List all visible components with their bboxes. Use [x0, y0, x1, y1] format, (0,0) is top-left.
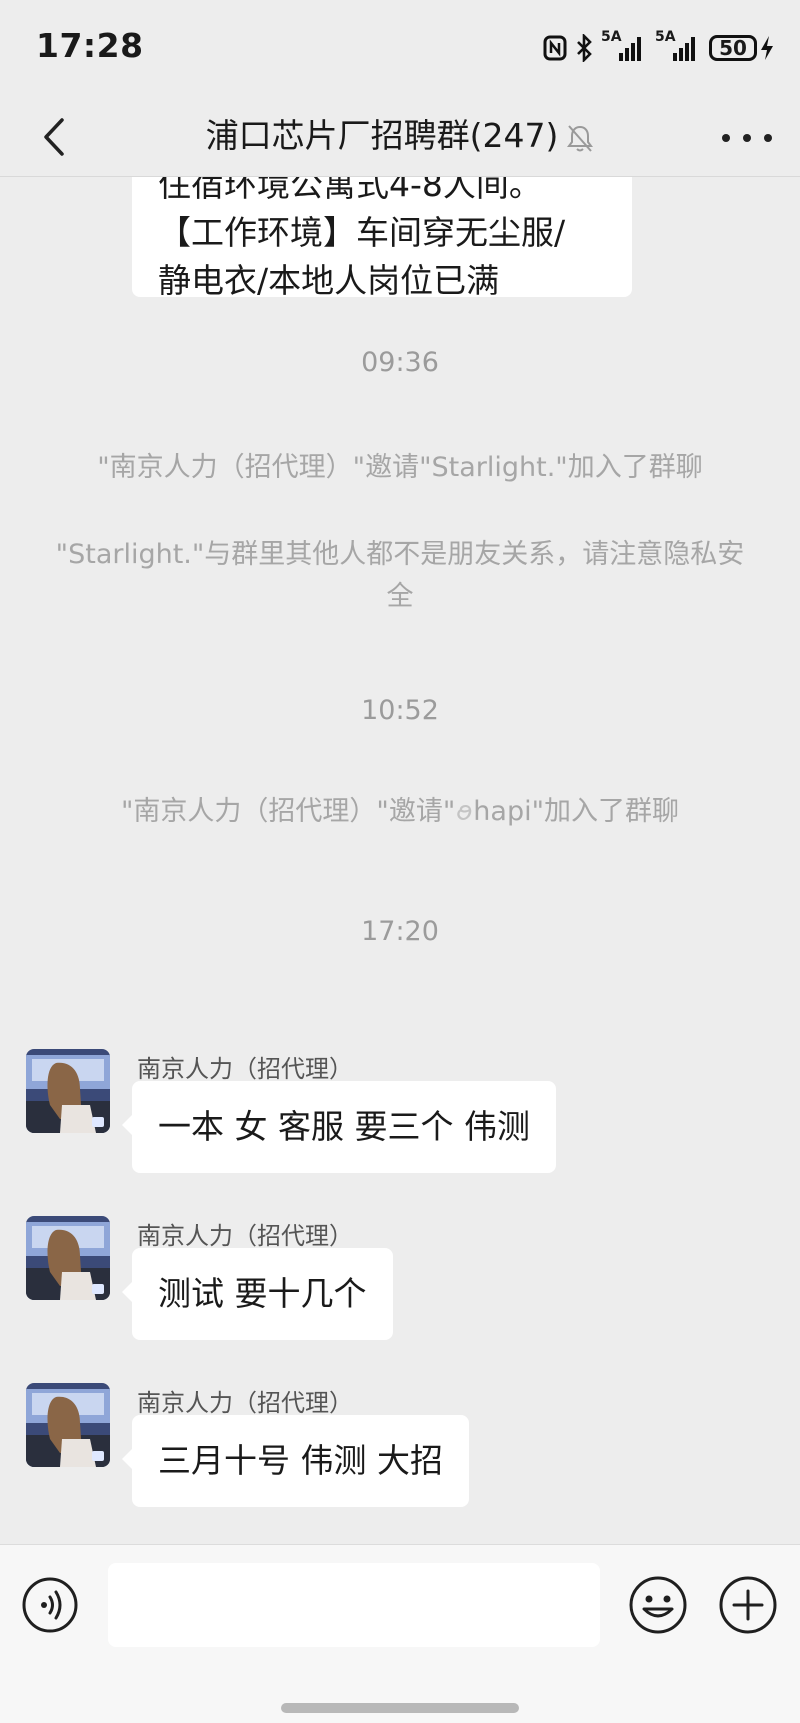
chat-header: 浦口芯片厂招聘群(247) [0, 96, 800, 177]
bluetooth-icon [577, 34, 592, 62]
message-input[interactable] [108, 1563, 600, 1647]
input-bar [0, 1544, 800, 1723]
username-glyph: ꪮ [455, 796, 474, 827]
message-bubble[interactable]: 三月十号 伟测 大招 [122, 1415, 469, 1507]
timestamp: 10:52 [361, 695, 439, 726]
message-line: 住宿环境公寓式4-8人间。 [158, 177, 542, 204]
more-dots-icon[interactable] [722, 118, 772, 158]
home-indicator[interactable] [281, 1703, 519, 1713]
message-line: 【工作环境】车间穿无尘服/ [158, 213, 566, 252]
chat-title-wrap: 浦口芯片厂招聘群(247) [0, 108, 800, 164]
chat-area[interactable]: 住宿环境公寓式4-8人间。 【工作环境】车间穿无尘服/ 静电衣/本地人岗位已满 … [0, 177, 800, 1544]
message-bubble-partial[interactable]: 住宿环境公寓式4-8人间。 【工作环境】车间穿无尘服/ 静电衣/本地人岗位已满 [132, 177, 632, 297]
message-row: 南京人力（招代理） 一本 女 客服 要三个 伟测 [0, 1049, 800, 1199]
signal-2: 5A [655, 29, 701, 63]
status-time: 17:28 [36, 26, 144, 65]
status-icons: 5A 5A 50 [543, 29, 774, 66]
signal-bars-icon [619, 37, 641, 61]
battery-level: 50 [709, 35, 757, 61]
signal-bars-icon [673, 37, 695, 61]
system-message-invite: "南京人力（招代理）"邀请"ꪮhapi"加入了群聊 [121, 796, 679, 827]
avatar[interactable] [26, 1049, 110, 1133]
charging-bolt-icon [761, 36, 773, 60]
chat-title: 浦口芯片厂招聘群(247) [205, 116, 559, 155]
bell-muted-icon [567, 124, 594, 152]
voice-icon[interactable] [22, 1577, 78, 1633]
timestamp: 09:36 [361, 347, 439, 378]
message-bubble[interactable]: 测试 要十几个 [122, 1248, 393, 1340]
system-message-privacy: "Starlight."与群里其他人都不是朋友关系，请注意隐私安全 [55, 539, 745, 612]
battery-indicator: 50 [709, 35, 774, 61]
sender-name: 南京人力（招代理） [137, 1055, 353, 1083]
emoji-icon[interactable] [628, 1575, 688, 1635]
signal-1: 5A [601, 29, 647, 63]
sender-name: 南京人力（招代理） [137, 1389, 353, 1417]
timestamp: 17:20 [361, 916, 439, 947]
avatar[interactable] [26, 1383, 110, 1467]
message-row: 南京人力（招代理） 测试 要十几个 [0, 1216, 800, 1366]
system-message-invite: "南京人力（招代理）"邀请"Starlight."加入了群聊 [97, 452, 703, 483]
message-row: 南京人力（招代理） 三月十号 伟测 大招 [0, 1383, 800, 1533]
plus-icon[interactable] [718, 1575, 778, 1635]
avatar[interactable] [26, 1216, 110, 1300]
message-line: 静电衣/本地人岗位已满 [158, 261, 500, 297]
nfc-icon [543, 35, 567, 61]
status-bar: 17:28 5A 5A 50 [0, 0, 800, 96]
message-bubble[interactable]: 一本 女 客服 要三个 伟测 [122, 1081, 556, 1173]
sender-name: 南京人力（招代理） [137, 1222, 353, 1250]
